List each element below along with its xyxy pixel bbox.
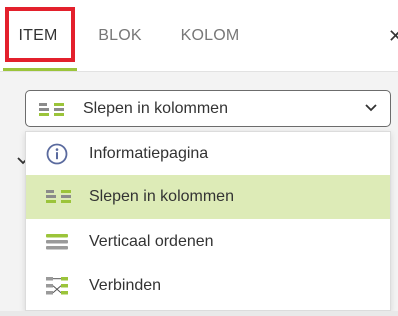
bottom-strip <box>0 311 398 316</box>
connect-icon <box>46 277 68 295</box>
drag-columns-icon <box>39 103 64 116</box>
info-icon <box>46 143 68 165</box>
option-label: Verbinden <box>89 277 162 294</box>
close-icon[interactable]: ✕ <box>388 0 398 72</box>
option-label: Slepen in kolommen <box>89 188 234 205</box>
tab-kolom[interactable]: KOLOM <box>170 0 250 72</box>
active-tab-highlight-box <box>5 7 75 62</box>
option-slepen-in-kolommen[interactable]: Slepen in kolommen <box>26 175 390 219</box>
tab-blok[interactable]: BLOK <box>82 0 158 72</box>
drag-columns-icon <box>46 190 71 203</box>
option-verticaal-ordenen[interactable]: Verticaal ordenen <box>26 220 390 264</box>
select-value: Slepen in kolommen <box>83 99 228 117</box>
chevron-down-icon[interactable] <box>364 102 378 114</box>
item-type-select[interactable]: Slepen in kolommen <box>25 90 391 127</box>
option-verbinden[interactable]: Verbinden <box>26 264 390 308</box>
vertical-order-icon <box>46 234 68 250</box>
option-informatiepagina[interactable]: Informatiepagina <box>26 132 390 176</box>
item-type-dropdown: Informatiepagina Slepen in kolommen Vert… <box>25 131 391 311</box>
active-tab-underline <box>3 68 77 71</box>
option-label: Informatiepagina <box>89 145 209 162</box>
option-label: Verticaal ordenen <box>89 233 214 250</box>
tab-bar: ITEM BLOK KOLOM ✕ <box>0 0 398 72</box>
